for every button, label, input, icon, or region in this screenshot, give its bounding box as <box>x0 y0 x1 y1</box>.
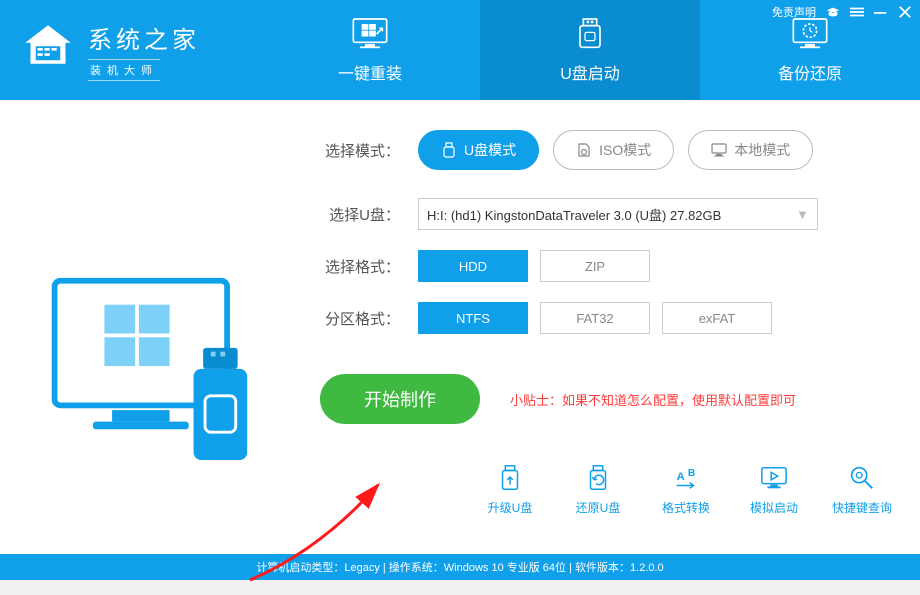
mode-label-text: U盘模式 <box>464 140 516 160</box>
action-label: 升级U盘 <box>488 499 533 516</box>
format-zip[interactable]: ZIP <box>540 250 650 282</box>
logo-subtitle: 装机大师 <box>88 59 160 81</box>
format-row: 选择格式： HDD ZIP <box>320 250 870 282</box>
mode-label-text: ISO模式 <box>599 140 651 160</box>
action-label: 快捷键查询 <box>832 499 892 516</box>
mode-usb[interactable]: U盘模式 <box>418 130 539 170</box>
action-bar: 升级U盘 还原U盘 AB 格式转换 模拟启动 快捷键查询 <box>480 463 892 516</box>
action-label: 还原U盘 <box>576 499 621 516</box>
nav-usb-boot[interactable]: U盘启动 <box>480 0 700 100</box>
udisk-label: 选择U盘： <box>320 204 400 225</box>
logo-text: 系统之家 装机大师 <box>88 20 200 81</box>
nav-label: U盘启动 <box>560 60 620 84</box>
svg-text:A: A <box>677 471 685 483</box>
main-body: 选择模式： U盘模式 ISO模式 本地模式 选择U盘： H:I: (hd1) K… <box>0 100 920 554</box>
hat-icon[interactable] <box>826 5 840 19</box>
action-label: 模拟启动 <box>750 499 798 516</box>
mode-iso[interactable]: ISO模式 <box>553 130 674 170</box>
action-upgrade-usb[interactable]: 升级U盘 <box>480 463 540 516</box>
nav-label: 一键重装 <box>338 60 402 84</box>
action-hotkey-lookup[interactable]: 快捷键查询 <box>832 463 892 516</box>
nav-reinstall[interactable]: 一键重装 <box>260 0 480 100</box>
mode-label-text: 本地模式 <box>734 140 790 160</box>
close-button[interactable] <box>898 5 912 19</box>
start-row: 开始制作 小贴士：如果不知道怎么配置，使用默认配置即可 <box>320 374 870 424</box>
udisk-value: H:I: (hd1) KingstonDataTraveler 3.0 (U盘)… <box>427 205 721 224</box>
format-hdd[interactable]: HDD <box>418 250 528 282</box>
svg-text:B: B <box>688 468 695 479</box>
logo-area: 系统之家 装机大师 <box>0 0 260 100</box>
partition-ntfs[interactable]: NTFS <box>418 302 528 334</box>
action-format-convert[interactable]: AB 格式转换 <box>656 463 716 516</box>
format-label: 选择格式： <box>320 256 400 277</box>
window-controls: 免责声明 <box>772 4 912 20</box>
mode-label: 选择模式： <box>320 140 400 161</box>
partition-exfat[interactable]: exFAT <box>662 302 772 334</box>
minimize-button[interactable] <box>874 5 888 19</box>
house-logo-icon <box>20 20 76 81</box>
udisk-select[interactable]: H:I: (hd1) KingstonDataTraveler 3.0 (U盘)… <box>418 198 818 230</box>
header: 系统之家 装机大师 一键重装 U盘启动 备份还原 免责声明 <box>0 0 920 100</box>
mode-local[interactable]: 本地模式 <box>688 130 813 170</box>
status-bar: 计算机启动类型：Legacy | 操作系统：Windows 10 专业版 64位… <box>0 554 920 580</box>
logo-title: 系统之家 <box>88 20 200 55</box>
disclaimer-link[interactable]: 免责声明 <box>772 4 816 20</box>
udisk-row: 选择U盘： H:I: (hd1) KingstonDataTraveler 3.… <box>320 198 870 230</box>
action-label: 格式转换 <box>662 499 710 516</box>
action-restore-usb[interactable]: 还原U盘 <box>568 463 628 516</box>
chevron-down-icon: ▼ <box>796 207 809 222</box>
start-button[interactable]: 开始制作 <box>320 374 480 424</box>
partition-label: 分区格式： <box>320 308 400 329</box>
partition-row: 分区格式： NTFS FAT32 exFAT <box>320 302 870 334</box>
tip-text: 小贴士：如果不知道怎么配置，使用默认配置即可 <box>510 390 796 409</box>
menu-icon[interactable] <box>850 5 864 19</box>
nav-label: 备份还原 <box>778 60 842 84</box>
mode-row: 选择模式： U盘模式 ISO模式 本地模式 <box>320 130 870 170</box>
action-simulate-boot[interactable]: 模拟启动 <box>744 463 804 516</box>
partition-fat32[interactable]: FAT32 <box>540 302 650 334</box>
app-window: 系统之家 装机大师 一键重装 U盘启动 备份还原 免责声明 <box>0 0 920 580</box>
illustration <box>20 130 300 554</box>
